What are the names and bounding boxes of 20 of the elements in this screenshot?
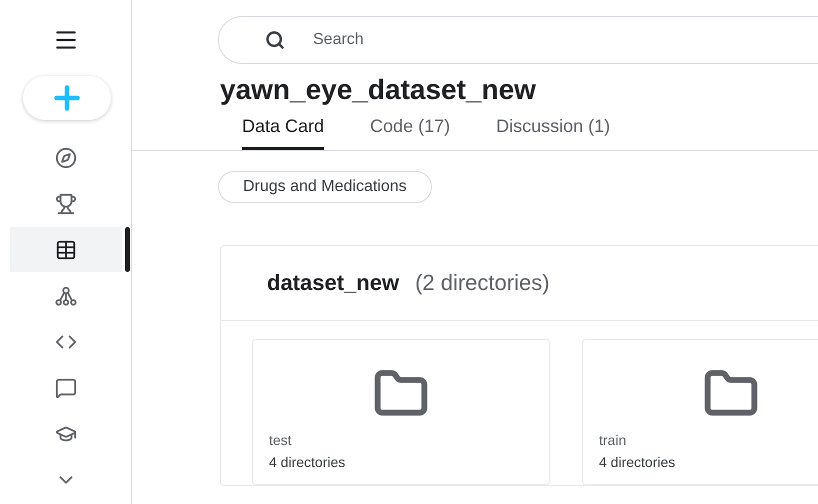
table-icon xyxy=(55,238,77,260)
compass-icon xyxy=(55,146,77,168)
folder-name: test xyxy=(269,432,293,448)
search-icon xyxy=(265,30,285,50)
comment-icon xyxy=(55,376,77,398)
folder-name: dataset_new xyxy=(267,270,400,296)
trophy-icon xyxy=(55,192,77,214)
folder-name: train xyxy=(599,432,628,448)
folder-card[interactable]: train 4 directories xyxy=(582,339,818,485)
tab[interactable]: Discussion (1) xyxy=(496,116,610,150)
folder-card[interactable]: test 4 directories xyxy=(252,339,550,485)
dataset-title: yawn_eye_dataset_new xyxy=(220,74,537,106)
network-icon xyxy=(55,284,77,306)
directory-count: 4 directories xyxy=(599,454,676,470)
sidebar-item[interactable] xyxy=(10,227,122,272)
selection-indicator xyxy=(125,227,130,272)
tag-chip[interactable]: Drugs and Medications xyxy=(218,171,432,203)
tab[interactable]: Code (17) xyxy=(370,116,450,150)
directory-count: (2 directories) xyxy=(415,270,550,296)
directory-count: 4 directories xyxy=(269,454,346,470)
